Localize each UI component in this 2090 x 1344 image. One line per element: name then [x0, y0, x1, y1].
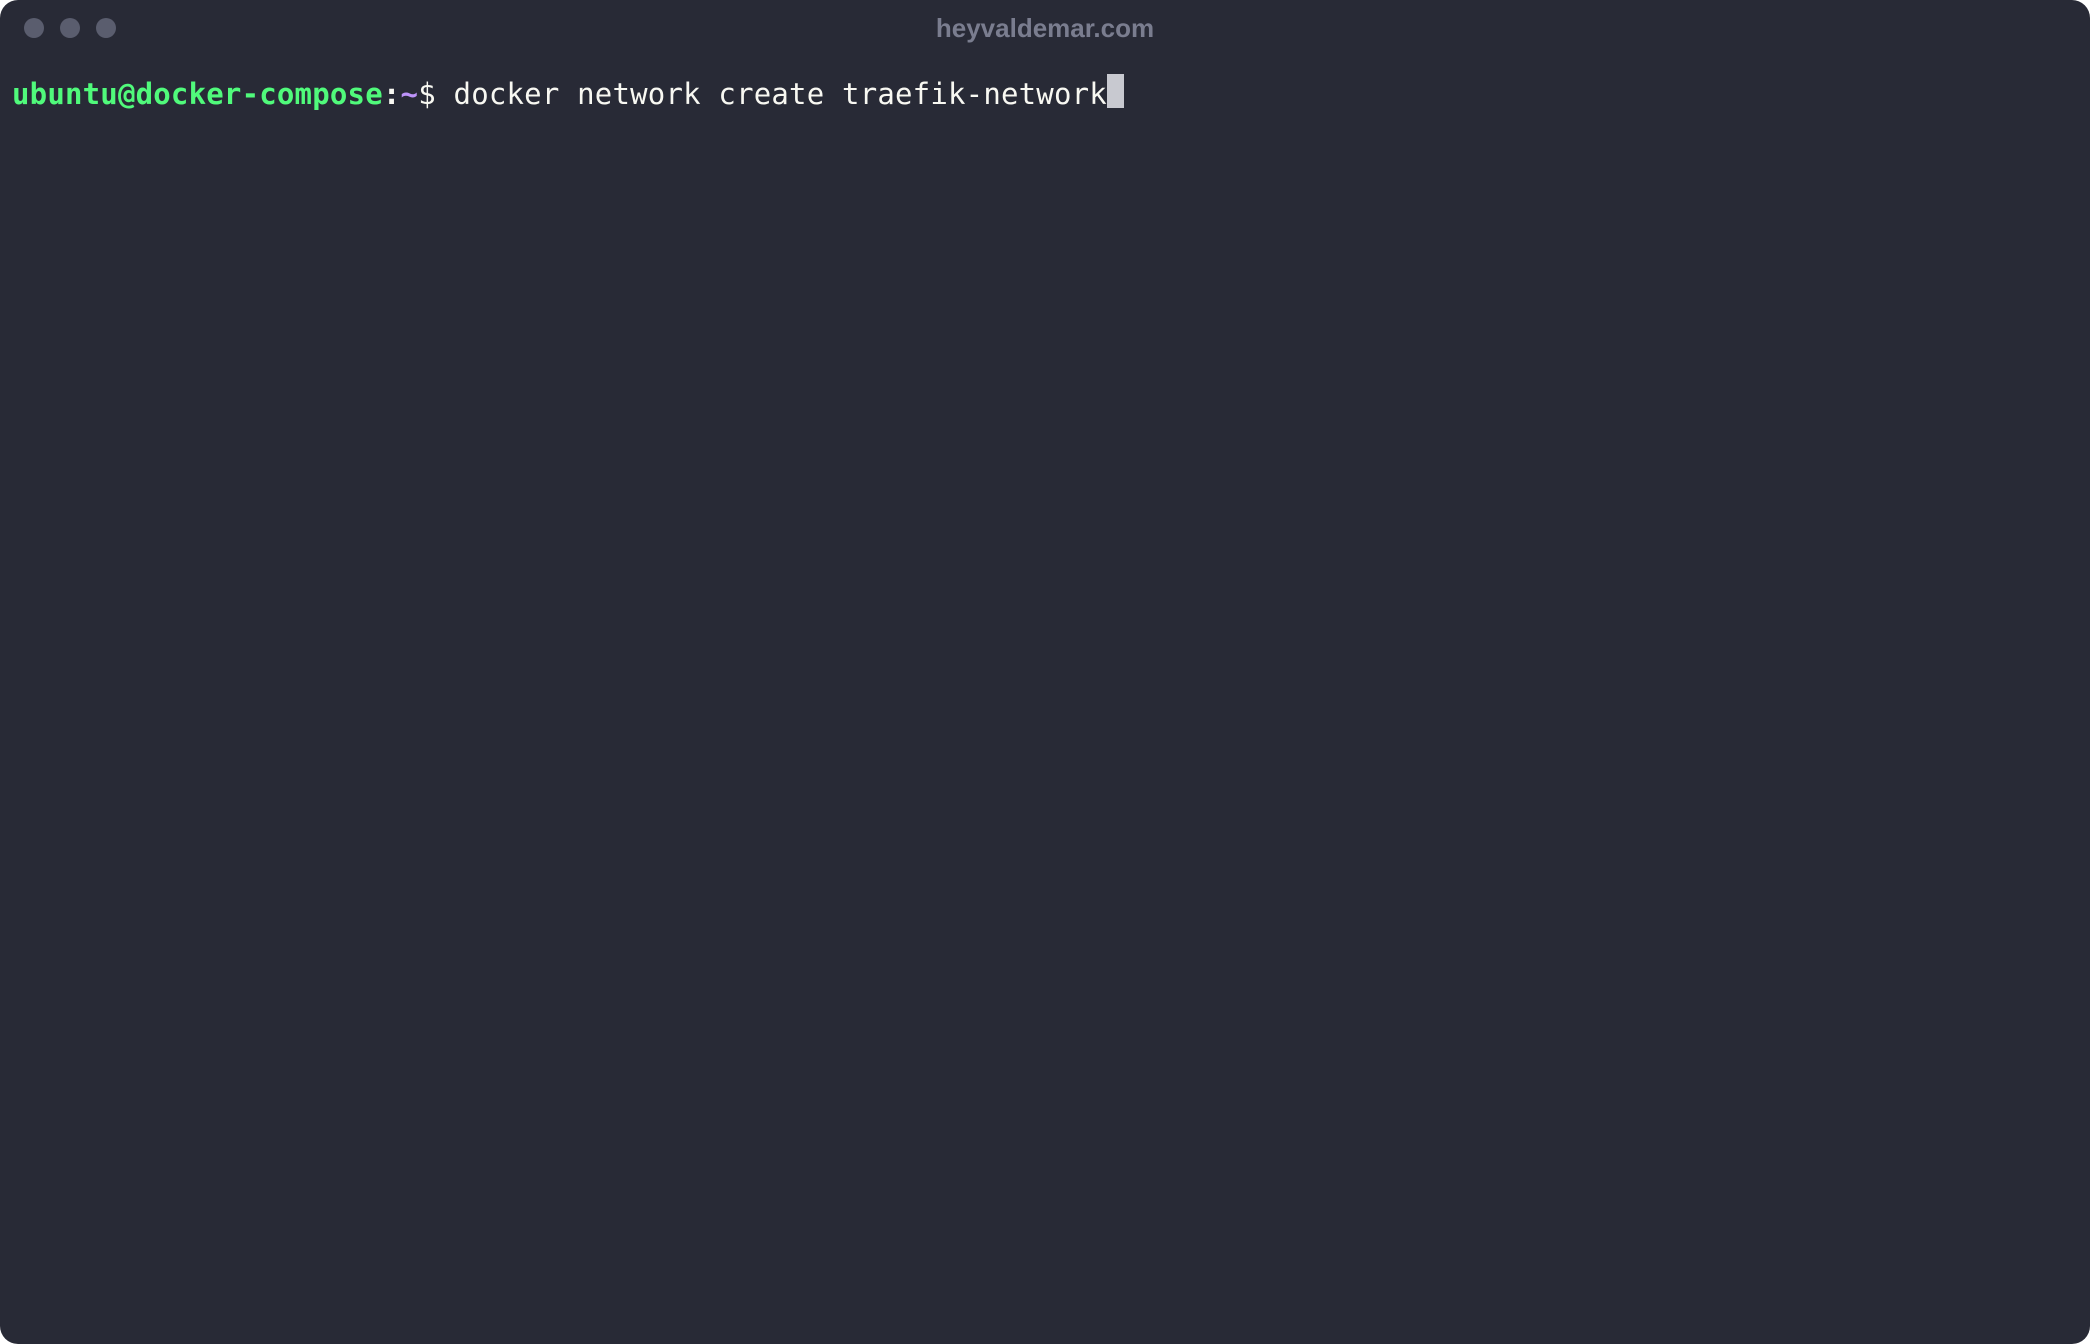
close-button[interactable]: [24, 18, 44, 38]
prompt-colon: :: [383, 74, 401, 115]
cursor-icon: [1107, 74, 1124, 108]
maximize-button[interactable]: [96, 18, 116, 38]
prompt-symbol: $: [418, 74, 453, 115]
terminal-window: heyvaldemar.com ubuntu@docker-compose:~$…: [0, 0, 2090, 1344]
minimize-button[interactable]: [60, 18, 80, 38]
command-input[interactable]: docker network create traefik-network: [454, 74, 1107, 115]
window-controls: [24, 18, 116, 38]
terminal-body[interactable]: ubuntu@docker-compose:~$ docker network …: [0, 56, 2090, 1344]
title-bar: heyvaldemar.com: [0, 0, 2090, 56]
prompt-user-host: ubuntu@docker-compose: [12, 74, 383, 115]
window-title: heyvaldemar.com: [936, 13, 1154, 44]
prompt-line: ubuntu@docker-compose:~$ docker network …: [12, 74, 2078, 115]
prompt-path: ~: [401, 74, 419, 115]
